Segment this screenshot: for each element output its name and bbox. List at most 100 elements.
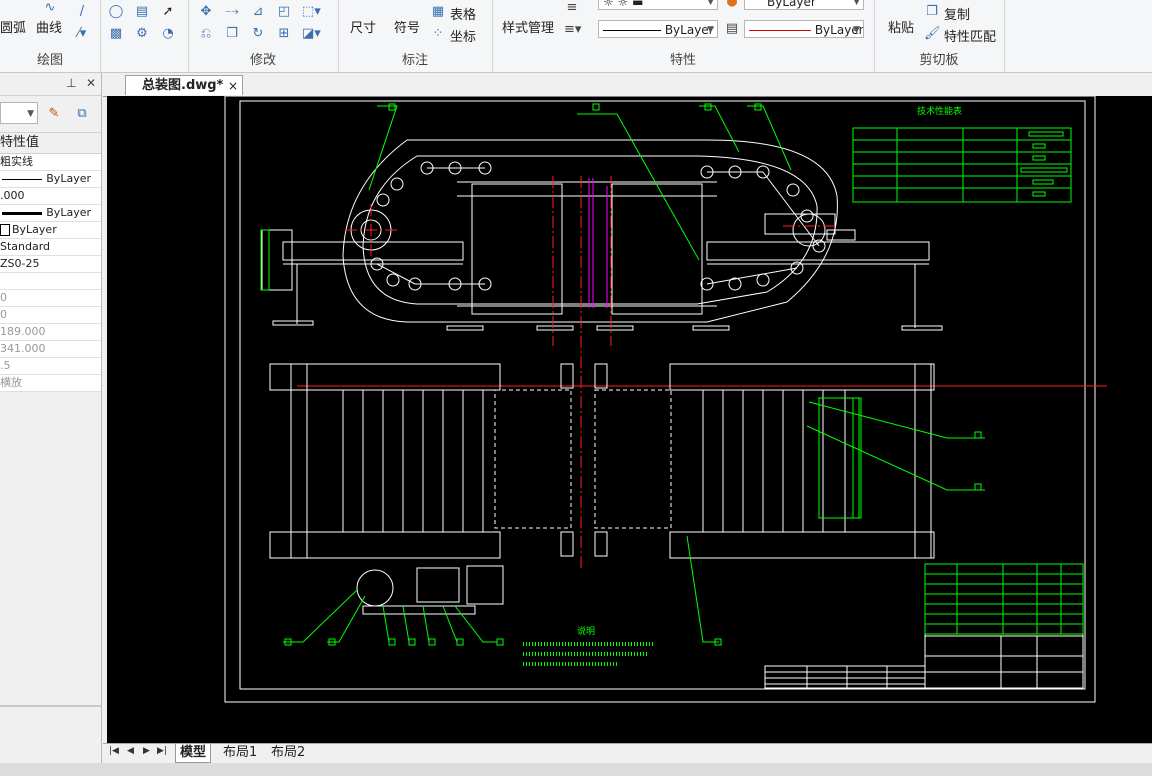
offset-icon[interactable]: ⎌ (198, 26, 214, 42)
table-button[interactable]: 表格 (450, 4, 476, 23)
ribbon: 圆弧 ∿ 曲线 / ⁄▾ 绘图 ◯ ▤ ➚ ▩ ⚙ ◔ ✥ ⤍ ⊿ ◰ ⬚▾ ⎌… (0, 0, 1152, 73)
elevation-view (261, 139, 943, 331)
tab-layout2[interactable]: 布局2 (267, 744, 309, 762)
property-layer[interactable]: 粗实线 (0, 154, 101, 171)
parts-list (924, 563, 1084, 635)
palette-header: ⊥ ✕ (0, 73, 101, 96)
window-icon[interactable]: ▤ (134, 4, 150, 20)
list-alt-icon[interactable]: ≡▾ (564, 22, 581, 38)
color-wheel-icon[interactable]: ● (724, 0, 740, 10)
mirror-icon[interactable]: ⊿ (250, 4, 266, 20)
polyline-tool-icon[interactable]: ⁄▾ (74, 26, 90, 42)
rotate-icon[interactable]: ↻ (250, 26, 266, 42)
dimension-button[interactable]: 尺寸 (350, 17, 376, 36)
palette-section-title: 特性值 (0, 133, 101, 154)
array-icon[interactable]: ⊞ (276, 26, 292, 42)
prev-tab-icon[interactable]: ◀ (127, 746, 134, 756)
layer-combo[interactable]: ☼ ☼ ▬ ▼ (598, 0, 718, 10)
ribbon-group-tools: ◯ ▤ ➚ ▩ ⚙ ◔ (100, 0, 189, 72)
tab-layout1[interactable]: 布局1 (219, 744, 261, 762)
move-icon[interactable]: ✥ (198, 4, 214, 20)
ribbon-group-label-draw: 绘图 (36, 53, 63, 68)
next-tab-icon[interactable]: ▶ (143, 746, 150, 756)
notes-title: 说明 (577, 625, 595, 637)
property-value-1[interactable]: 0 (0, 290, 101, 307)
copy-object-icon[interactable]: ❐ (224, 26, 240, 42)
property-height[interactable]: 341.000 (0, 341, 101, 358)
table-icon: ▦ (431, 4, 445, 19)
cursor-icon[interactable]: ➚ (160, 4, 176, 20)
spline-icon: ∿ (44, 0, 56, 15)
ellipse-icon[interactable]: ◯ (108, 4, 124, 20)
line-tool-icon[interactable]: / (74, 4, 90, 20)
coordinate-icon: ⁘ (432, 26, 444, 41)
status-bar (0, 763, 1152, 776)
gear-motor (416, 567, 460, 603)
match-properties-button[interactable]: 特性匹配 (944, 26, 996, 45)
property-orientation[interactable]: 横放 (0, 375, 101, 392)
copy-icon: ❐ (926, 4, 938, 19)
plan-view (269, 363, 935, 615)
property-text-style[interactable]: Standard (0, 239, 101, 256)
spline-button[interactable]: 曲线 (36, 17, 62, 36)
select-objects-icon[interactable]: ✎ (46, 106, 62, 122)
sheet-inner-border (239, 100, 1086, 690)
drawing-canvas[interactable]: 技术性能表 说明 (107, 96, 1152, 743)
leader-lines (260, 105, 985, 643)
edit-box-icon[interactable]: ◪▾ (302, 26, 321, 42)
color-combo[interactable]: ByLayer ▼ (744, 0, 864, 10)
hatch-icon[interactable]: ▩ (108, 26, 124, 42)
ribbon-group-label-modify: 修改 (249, 53, 276, 68)
copy-button[interactable]: 复制 (944, 4, 970, 23)
ribbon-group-label-annotate: 标注 (401, 53, 428, 68)
ribbon-group-label-properties: 特性 (669, 53, 696, 68)
property-linetype-scale[interactable]: .000 (0, 188, 101, 205)
list-icon[interactable]: ≡ (564, 0, 580, 16)
object-selector[interactable]: ▼ (0, 102, 38, 124)
coordinate-button[interactable]: 坐标 (450, 26, 476, 45)
tech-table (852, 127, 1072, 203)
pin-icon[interactable]: ⊥ (66, 76, 76, 90)
document-tab-bar: 总装图.dwg* × (103, 73, 1152, 97)
palette-toolbar: ▼ ✎ ⧉ (0, 96, 101, 133)
symbol-button[interactable]: 符号 (394, 17, 420, 36)
paste-button[interactable]: 粘贴 (888, 17, 914, 36)
style-manager-button[interactable]: 样式管理 (502, 17, 554, 36)
scale-icon[interactable]: ◰ (276, 4, 292, 20)
ribbon-group-draw: 圆弧 ∿ 曲线 / ⁄▾ 绘图 (0, 0, 101, 72)
tab-model[interactable]: 模型 (175, 744, 212, 763)
property-color[interactable]: ByLayer (0, 222, 101, 239)
chain-links (370, 161, 826, 291)
quick-select-icon[interactable]: ⧉ (74, 106, 90, 122)
sheet-outer-border (224, 96, 1096, 703)
lineweight-icon[interactable]: ▤ (724, 21, 740, 37)
tab-document[interactable]: 总装图.dwg* × (125, 75, 243, 95)
match-properties-icon: 🖌 (924, 26, 941, 41)
property-value-2[interactable]: 0 (0, 307, 101, 324)
lineweight-combo[interactable]: ByLayer ▼ (744, 20, 864, 38)
ribbon-group-modify: ✥ ⤍ ⊿ ◰ ⬚▾ ⎌ ❐ ↻ ⊞ ◪▾ 修改 (188, 0, 339, 72)
property-lineweight[interactable]: ByLayer (0, 205, 101, 222)
ribbon-group-properties: 样式管理 ≡ ≡▾ ☼ ☼ ▬ ▼ ByLayer ▼ ● ByLayer ▼ ▤ B… (492, 0, 875, 72)
property-linetype[interactable]: ByLayer (0, 171, 101, 188)
property-dim-style[interactable]: ZS0-25 (0, 256, 101, 273)
title-block (764, 563, 1084, 689)
first-tab-icon[interactable]: |◀ (109, 746, 119, 756)
property-scale[interactable]: .5 (0, 358, 101, 375)
trim-icon[interactable]: ⤍ (224, 4, 240, 20)
select-box-icon[interactable]: ⬚▾ (302, 4, 321, 20)
last-tab-icon[interactable]: ▶| (157, 746, 167, 756)
gear-icon[interactable]: ⚙ (134, 26, 150, 42)
drawing-svg: 技术性能表 说明 (224, 96, 1107, 703)
arc-button[interactable]: 圆弧 (0, 17, 26, 36)
tech-table-title: 技术性能表 (917, 105, 962, 117)
ribbon-group-clipboard: 粘贴 ❐ 复制 🖌 特性匹配 剪切板 (874, 0, 1005, 72)
property-empty[interactable] (0, 273, 101, 290)
linetype-combo[interactable]: ByLayer ▼ (598, 20, 718, 38)
pie-icon[interactable]: ◔ (160, 26, 176, 42)
property-width[interactable]: 189.000 (0, 324, 101, 341)
notes-lines (523, 642, 655, 666)
close-tab-icon[interactable]: × (228, 76, 238, 96)
close-icon[interactable]: ✕ (86, 76, 96, 90)
layout-tab-bar: |◀ ◀ ▶ ▶| 模型 布局1 布局2 (103, 743, 1152, 763)
